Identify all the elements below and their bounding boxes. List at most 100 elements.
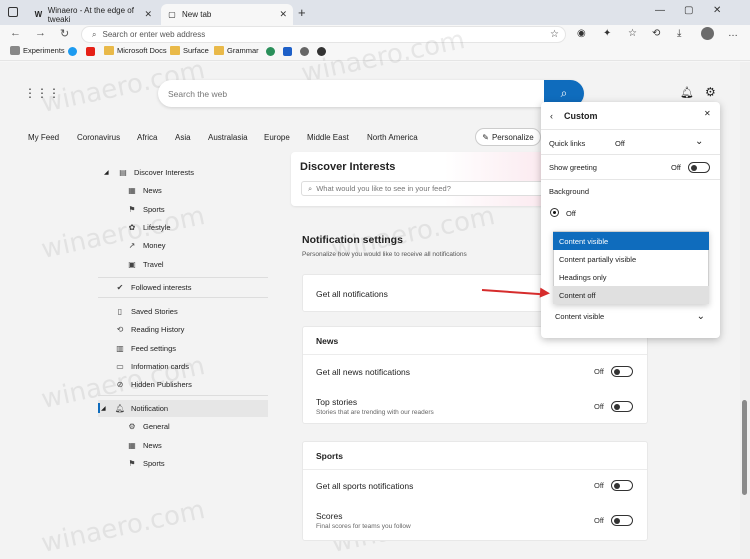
nav-label: Discover Interests [134,168,195,177]
close-window-icon[interactable]: ✕ [713,5,721,16]
folder-icon [104,46,114,55]
bell-icon: 🔔︎ [114,404,126,413]
extension-icon[interactable]: ◉ [577,28,586,39]
check-circle-icon: ✔ [116,283,124,292]
profile-avatar[interactable] [701,27,714,40]
show-greeting-toggle[interactable] [688,162,710,173]
tab-winaero[interactable]: W Winaero - At the edge of tweaki ✕ [28,4,158,25]
back-icon[interactable]: ← [10,27,21,39]
nav-followed-interests[interactable]: ✔ Followed interests [114,283,192,292]
minimize-icon[interactable]: — [655,5,665,16]
refresh-icon[interactable]: ↻ [60,27,69,40]
show-greeting-label: Show greeting [549,163,597,172]
favorite-surface[interactable]: Surface [170,46,209,55]
tab-new-tab[interactable]: ▢ New tab ✕ [161,4,293,25]
option-content-partially-visible[interactable]: Content partially visible [553,250,709,268]
collapse-caret-icon[interactable]: ◢ [104,169,109,176]
nav-money[interactable]: ↗ Money [126,241,166,250]
favorite-grammar[interactable]: Grammar [214,46,259,55]
nav-hidden-publishers[interactable]: ⊘ Hidden Publishers [114,380,192,389]
favorite-star-icon[interactable]: ☆ [550,29,559,40]
topic-australasia[interactable]: Australasia [208,133,248,142]
personalize-button[interactable]: ✎ Personalize [475,128,541,146]
nav-sports[interactable]: ⚑ Sports [126,205,164,214]
background-off-radio[interactable] [550,208,559,217]
nav-lifestyle[interactable]: ✿ Lifestyle [126,223,171,232]
option-content-off[interactable]: Content off [553,286,709,304]
content-select[interactable]: Content visible ⌄ [553,309,709,324]
twitter-icon[interactable] [68,47,77,56]
favorites-bar: Experiments Microsoft Docs Surface Gramm… [0,44,750,61]
travel-icon: ▣ [128,260,136,269]
topic-my-feed[interactable]: My Feed [28,133,59,142]
tab-label: New tab [182,10,212,19]
scores-toggle[interactable] [611,515,633,526]
youtube-icon[interactable] [86,47,95,56]
nav-notification-news[interactable]: ▦ News [126,441,162,450]
scrollbar-thumb[interactable] [742,400,747,495]
news-all-toggle[interactable] [611,366,633,377]
topic-europe[interactable]: Europe [264,133,290,142]
sports-all-toggle[interactable] [611,480,633,491]
favorites-icon[interactable]: ☆ [628,28,637,39]
option-content-visible[interactable]: Content visible [553,232,709,250]
experiments-icon [10,46,20,55]
nav-general[interactable]: ⚙ General [126,422,169,431]
apps-grid-icon[interactable]: ⋮⋮⋮ [24,86,60,100]
nav-label: Information cards [131,362,189,371]
nav-notification-sports[interactable]: ⚑ Sports [126,459,164,468]
topic-north-america[interactable]: North America [367,133,418,142]
more-icon[interactable]: … [728,28,738,39]
chevron-down-icon[interactable]: ⌄ [695,136,703,147]
search-icon: ⌕ [92,29,97,39]
cloud-icon[interactable] [300,47,309,56]
tab-actions-icon[interactable] [8,7,18,17]
topic-coronavirus[interactable]: Coronavirus [77,133,120,142]
topic-middle-east[interactable]: Middle East [307,133,349,142]
close-icon[interactable]: ✕ [144,9,152,20]
quick-links-label: Quick links [549,139,586,148]
background-label: Background [549,187,590,196]
forward-icon[interactable]: → [35,27,46,39]
top-stories-sub: Stories that are trending with our reade… [316,409,434,416]
settings-gear-icon[interactable]: ⚙ [705,85,716,99]
history-icon[interactable]: ⟲ [652,28,660,39]
nav-saved-stories[interactable]: ▯ Saved Stories [114,307,178,316]
favorite-microsoft-docs[interactable]: Microsoft Docs [104,46,167,55]
news-icon: ▦ [128,186,136,195]
site-icon[interactable] [266,47,275,56]
interest-search-input[interactable]: ⌕ What would you like to see in your fee… [301,181,546,196]
close-icon[interactable]: ✕ [704,109,711,118]
favorite-label: Experiments [23,46,65,55]
address-bar[interactable]: ⌕ Search or enter web address ☆ [81,26,566,43]
maximize-icon[interactable]: ▢ [684,5,693,16]
option-headings-only[interactable]: Headings only [553,268,709,286]
new-tab-button[interactable]: + [298,5,306,20]
ball-icon[interactable] [317,47,326,56]
search-input[interactable]: Search the web [158,80,583,107]
extensions-icon[interactable]: ✦ [603,28,611,39]
quick-links-value[interactable]: Off [615,139,625,148]
topic-asia[interactable]: Asia [175,133,191,142]
nav-feed-settings[interactable]: ▥ Feed settings [114,344,176,353]
pencil-icon: ✎ [482,132,489,142]
collapse-caret-icon[interactable]: ◢ [101,405,106,412]
downloads-icon[interactable]: ⤓ [677,28,681,39]
favorite-experiments[interactable]: Experiments [10,46,65,55]
notification-settings-title: Notification settings [302,234,403,246]
close-icon[interactable]: ✕ [279,9,287,20]
topic-africa[interactable]: Africa [137,133,157,142]
notifications-bell-icon[interactable]: 🔔︎ [680,86,694,99]
nav-reading-history[interactable]: ⟲ Reading History [114,325,185,334]
back-chevron-icon[interactable]: ‹ [550,111,553,121]
translate-icon[interactable] [283,47,292,56]
nav-travel[interactable]: ▣ Travel [126,260,163,269]
nav-label: Money [143,241,166,250]
nav-notification[interactable]: ◢ 🔔︎ Notification [101,404,168,413]
nav-label: Lifestyle [143,223,171,232]
nav-information-cards[interactable]: ▭ Information cards [114,362,189,371]
nav-discover-interests[interactable]: ◢ ▤ Discover Interests [104,168,195,177]
nav-news[interactable]: ▦ News [126,186,162,195]
top-stories-toggle[interactable] [611,401,633,412]
flyout-title: Custom [564,111,598,121]
